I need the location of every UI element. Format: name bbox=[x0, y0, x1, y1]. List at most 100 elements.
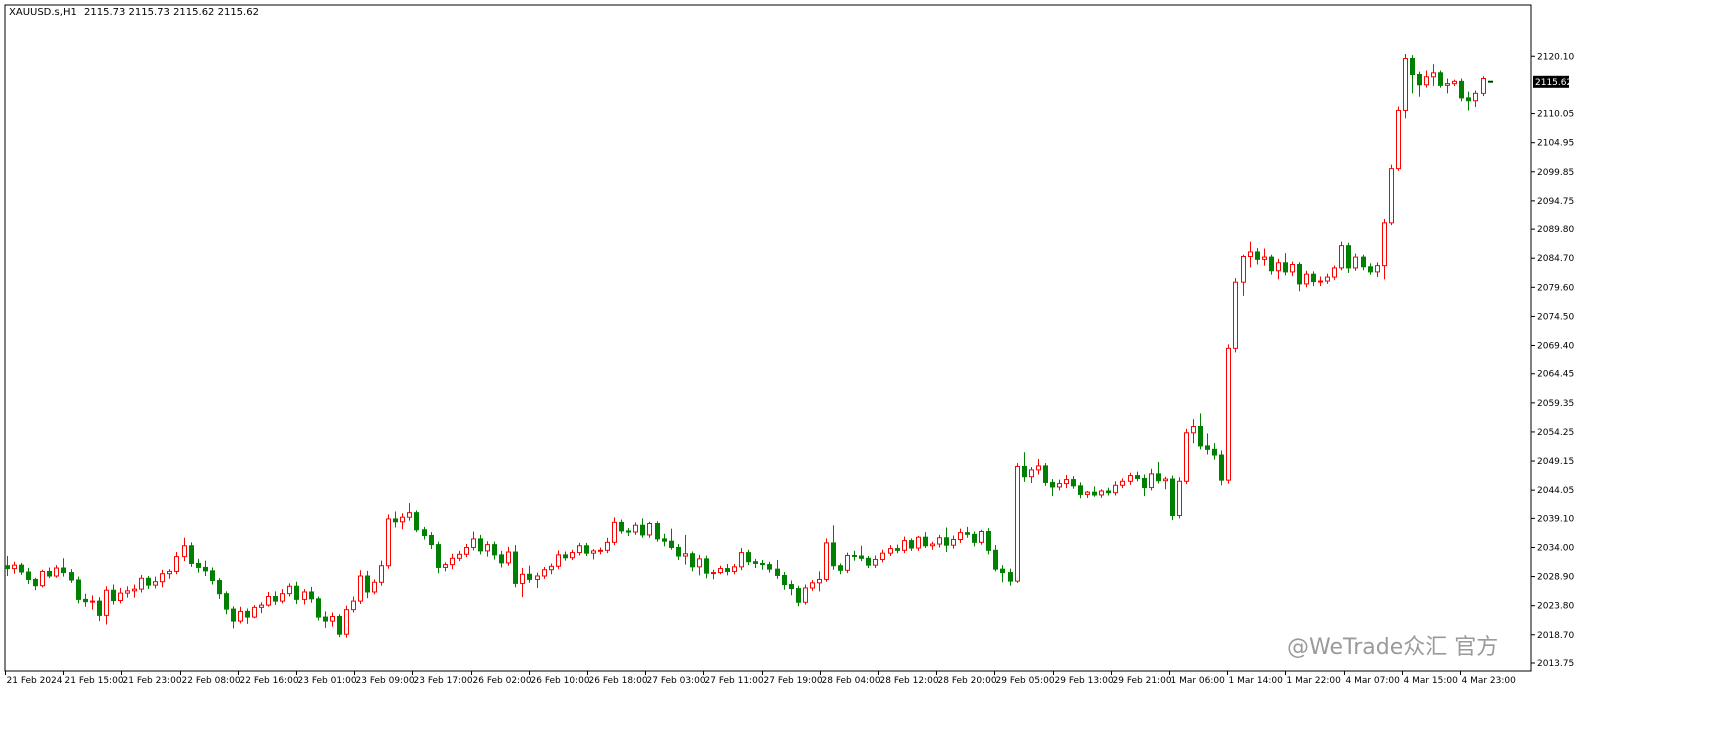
watermark-text: @WeTrade众汇 官方 bbox=[1287, 635, 1498, 660]
candle-body bbox=[605, 541, 610, 551]
candle bbox=[26, 568, 31, 584]
candle bbox=[1128, 472, 1133, 485]
candle-body bbox=[1015, 465, 1020, 582]
candle bbox=[1382, 218, 1387, 280]
candle bbox=[831, 525, 836, 570]
candle bbox=[753, 558, 758, 569]
candle bbox=[238, 606, 243, 624]
candle bbox=[782, 572, 787, 590]
candle bbox=[866, 556, 871, 569]
y-tick-label: 2094.75 bbox=[1537, 197, 1574, 207]
candle bbox=[443, 562, 448, 572]
candle bbox=[1438, 70, 1443, 88]
candle-body bbox=[26, 571, 31, 580]
candle-body bbox=[1022, 465, 1027, 478]
candle bbox=[1255, 247, 1260, 265]
candle bbox=[859, 545, 864, 562]
candle bbox=[54, 565, 59, 578]
candle-body bbox=[1184, 432, 1189, 482]
candle bbox=[1170, 475, 1175, 521]
candle-body bbox=[499, 554, 504, 564]
candle-body bbox=[1466, 97, 1471, 102]
candle bbox=[676, 544, 681, 561]
candle bbox=[139, 574, 144, 593]
candle-body bbox=[923, 536, 928, 547]
candle bbox=[520, 568, 525, 598]
candle bbox=[47, 567, 52, 579]
candle-body bbox=[69, 572, 74, 581]
candle-body bbox=[972, 533, 977, 543]
candle bbox=[330, 612, 335, 627]
candle bbox=[1325, 273, 1330, 284]
x-tick-label: 28 Feb 04:00 bbox=[822, 676, 881, 686]
candle bbox=[153, 576, 158, 589]
candle bbox=[1008, 568, 1013, 586]
candle-body bbox=[1099, 490, 1104, 496]
candle-body bbox=[309, 591, 314, 600]
candle-body bbox=[1431, 72, 1436, 78]
candle-body bbox=[429, 534, 434, 546]
candle-body bbox=[132, 588, 137, 592]
candle-body bbox=[1389, 168, 1394, 224]
candle bbox=[909, 538, 914, 551]
candle bbox=[266, 591, 271, 607]
x-tick-label: 27 Feb 19:00 bbox=[764, 676, 823, 686]
candle bbox=[1410, 55, 1415, 94]
candle-body bbox=[725, 568, 730, 572]
candle-body bbox=[1113, 484, 1118, 494]
candle bbox=[591, 549, 596, 560]
candle-body bbox=[365, 575, 370, 593]
time-axis: 21 Feb 2024 21 Feb 15:0021 Feb 23:00 22 Fe… bbox=[5, 671, 1516, 686]
candle bbox=[852, 550, 857, 561]
ohlc-readout: 2115.73 2115.73 2115.62 2115.62 bbox=[84, 7, 259, 18]
candle bbox=[1177, 477, 1182, 519]
candle bbox=[1050, 479, 1055, 497]
y-tick-label: 2089.80 bbox=[1537, 225, 1574, 235]
candle bbox=[252, 605, 257, 619]
candle bbox=[873, 555, 878, 569]
candle-body bbox=[577, 545, 582, 554]
candle bbox=[1156, 461, 1161, 484]
candle bbox=[1262, 248, 1267, 266]
y-tick-label: 2034.00 bbox=[1537, 543, 1574, 553]
candle bbox=[1368, 263, 1373, 275]
candle-body bbox=[782, 574, 787, 586]
candle bbox=[655, 521, 660, 542]
candle-body bbox=[789, 584, 794, 590]
candle-body bbox=[810, 582, 815, 589]
candle bbox=[337, 614, 342, 638]
candle bbox=[464, 544, 469, 558]
candle bbox=[1113, 481, 1118, 496]
candle-body bbox=[1473, 92, 1478, 102]
x-tick-label: 21 Feb 2024 bbox=[7, 676, 63, 686]
candle bbox=[704, 555, 709, 579]
candle-body bbox=[245, 610, 250, 618]
candle-body bbox=[930, 543, 935, 547]
candle bbox=[104, 586, 109, 625]
candle bbox=[1424, 70, 1429, 88]
candle bbox=[1297, 262, 1302, 292]
candle-body bbox=[732, 566, 737, 572]
candle bbox=[647, 521, 652, 538]
candle-body bbox=[796, 588, 801, 603]
candle bbox=[5, 556, 10, 576]
candle bbox=[485, 541, 490, 557]
candlestick-chart[interactable]: 2120.10 2110.05 2104.95 2099.85 2094.75 2089.… bbox=[0, 0, 1725, 756]
x-tick-label: 29 Feb 05:00 bbox=[996, 676, 1055, 686]
x-tick-label: 23 Feb 17:00 bbox=[414, 676, 473, 686]
candle bbox=[506, 546, 511, 566]
candle-body bbox=[1396, 109, 1401, 170]
candle bbox=[979, 529, 984, 545]
candle-body bbox=[1241, 256, 1246, 283]
candle bbox=[1339, 241, 1344, 271]
candle-body bbox=[1276, 262, 1281, 272]
candle bbox=[457, 550, 462, 562]
y-tick-label: 2039.10 bbox=[1537, 514, 1574, 524]
candle-body bbox=[393, 518, 398, 523]
candle bbox=[365, 570, 370, 599]
candle-body bbox=[47, 570, 52, 577]
candle-body bbox=[1085, 491, 1090, 495]
candle bbox=[1290, 261, 1295, 276]
candle-body bbox=[224, 593, 229, 610]
candle-body bbox=[1438, 72, 1443, 86]
